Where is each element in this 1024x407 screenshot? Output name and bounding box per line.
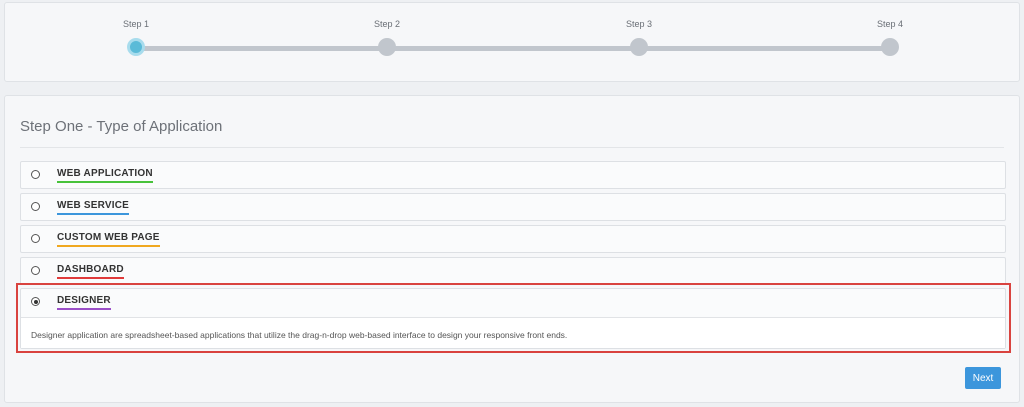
step-2-label: Step 2 xyxy=(373,19,401,29)
stepper-panel: Step 1 Step 2 Step 3 Step 4 xyxy=(4,2,1020,82)
radio-custom-web-page[interactable] xyxy=(31,234,40,243)
page-title: Step One - Type of Application xyxy=(20,118,223,135)
step-4-dot[interactable] xyxy=(881,38,899,56)
step-1-label: Step 1 xyxy=(122,19,150,29)
application-type-panel: Step One - Type of Application WEB APPLI… xyxy=(4,95,1020,403)
step-3-dot[interactable] xyxy=(630,38,648,56)
option-web-application[interactable]: WEB APPLICATION xyxy=(20,161,1006,189)
step-2-dot[interactable] xyxy=(378,38,396,56)
step-3-label: Step 3 xyxy=(625,19,653,29)
radio-web-application[interactable] xyxy=(31,170,40,179)
option-designer[interactable]: DESIGNER Designer application are spread… xyxy=(20,288,1006,349)
option-label: WEB SERVICE xyxy=(57,200,130,215)
option-label: WEB APPLICATION xyxy=(57,168,153,183)
step-progress-track xyxy=(140,46,895,51)
step-1-dot[interactable] xyxy=(127,38,145,56)
step-4-label: Step 4 xyxy=(876,19,904,29)
option-dashboard[interactable]: DASHBOARD xyxy=(20,257,1006,285)
radio-designer[interactable] xyxy=(31,297,40,306)
option-custom-web-page[interactable]: CUSTOM WEB PAGE xyxy=(20,225,1006,253)
option-label: DASHBOARD xyxy=(57,264,124,279)
radio-web-service[interactable] xyxy=(31,202,40,211)
option-description: Designer application are spreadsheet-bas… xyxy=(31,330,568,340)
option-web-service[interactable]: WEB SERVICE xyxy=(20,193,1006,221)
title-divider xyxy=(20,147,1004,148)
option-description-area: Designer application are spreadsheet-bas… xyxy=(21,317,1005,348)
next-button[interactable]: Next xyxy=(965,367,1001,389)
option-label: CUSTOM WEB PAGE xyxy=(57,232,160,247)
radio-dashboard[interactable] xyxy=(31,266,40,275)
option-label: DESIGNER xyxy=(57,295,111,310)
